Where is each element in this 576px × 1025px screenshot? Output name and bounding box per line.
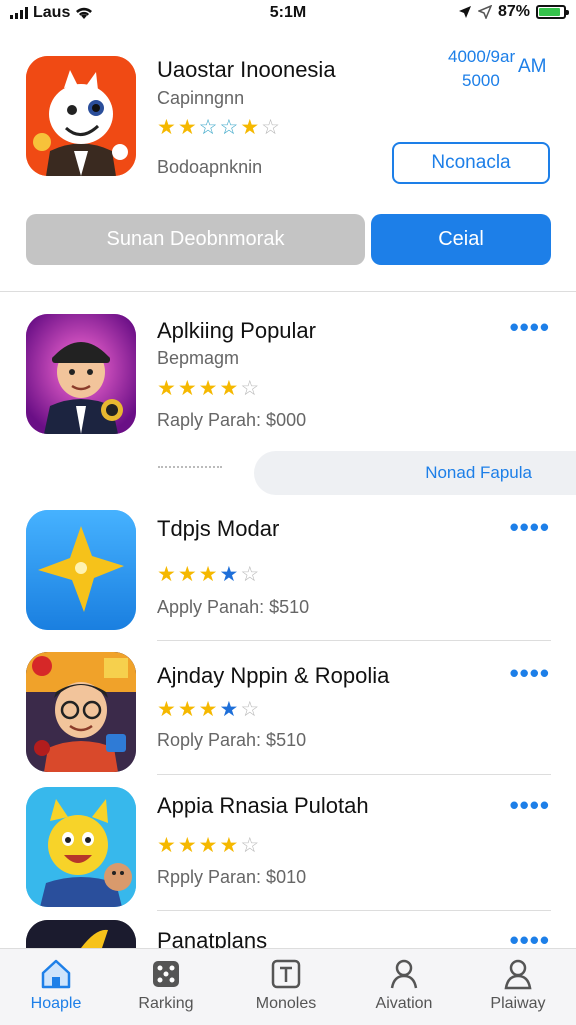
tab-label: Plaiway xyxy=(490,995,546,1012)
app-rating-3: ★ ★ ★ ★ ☆ xyxy=(157,699,259,721)
star-outline-icon: ☆ xyxy=(198,116,218,139)
tab-bar: Hoaple Rarking Monoles Aivation Plaiway xyxy=(0,948,576,1025)
location-outline-icon xyxy=(477,5,492,19)
person-icon xyxy=(390,959,418,989)
star-icon: ★ xyxy=(240,116,260,139)
app-subtitle-1: Bepmagm xyxy=(157,348,240,368)
tab-label: Hoaple xyxy=(30,995,82,1012)
tab-aivation[interactable]: Aivation xyxy=(354,957,454,1013)
star-icon: ★ xyxy=(177,116,197,139)
app-meta-4: Rpply Paran: $010 xyxy=(157,867,307,887)
star-icon: ★ xyxy=(177,834,197,857)
row-divider xyxy=(157,910,551,911)
featured-meta: Bodoapnknin xyxy=(157,157,263,177)
star-icon: ★ xyxy=(198,698,218,721)
app-icon-3[interactable] xyxy=(26,652,136,772)
app-title-3: Ajnday Nppin & Ropolia xyxy=(157,663,390,688)
more-options-icon[interactable]: •••• xyxy=(510,514,550,540)
star-icon: ★ xyxy=(157,116,176,139)
star-outline-icon: ☆ xyxy=(240,377,260,400)
star-burst-icon xyxy=(26,510,136,630)
dice-icon xyxy=(153,961,179,987)
star-icon: ★ xyxy=(157,834,176,857)
tab-label: Rarking xyxy=(138,995,194,1012)
star-outline-icon: ☆ xyxy=(240,563,260,586)
status-bar: Laus 5:1M 87% xyxy=(0,0,576,28)
featured-outline-button[interactable]: Nconacla xyxy=(392,142,550,184)
character-icon xyxy=(26,314,136,434)
app-meta-3: Roply Parah: $510 xyxy=(157,730,307,750)
row-divider xyxy=(157,774,551,775)
primary-button[interactable]: Ceial xyxy=(371,214,551,265)
star-icon: ★ xyxy=(219,834,239,857)
dotted-divider xyxy=(158,466,222,468)
app-meta-1: Raply Parah: $000 xyxy=(157,410,307,430)
app-title-1: Aplkiing Popular xyxy=(157,318,316,343)
star-icon: ★ xyxy=(157,563,176,586)
tab-modules[interactable]: Monoles xyxy=(236,957,336,1013)
price-line-1: 4000/9ar xyxy=(448,47,516,66)
app-icon-4[interactable] xyxy=(26,787,136,907)
tab-ranking[interactable]: Rarking xyxy=(116,957,216,1013)
app-rating-2: ★ ★ ★ ★ ☆ xyxy=(157,564,259,586)
featured-title: Uaostar Inoonesia xyxy=(157,57,336,82)
star-icon: ★ xyxy=(198,563,218,586)
star-outline-icon: ☆ xyxy=(219,116,239,139)
star-icon: ★ xyxy=(177,377,197,400)
star-icon: ★ xyxy=(177,563,197,586)
star-icon: ★ xyxy=(219,377,239,400)
star-outline-icon: ☆ xyxy=(240,834,260,857)
featured-subtitle: Capinngnn xyxy=(157,88,245,108)
character-icon xyxy=(26,652,136,772)
star-icon: ★ xyxy=(198,377,218,400)
tab-home[interactable]: Hoaple xyxy=(6,957,106,1013)
star-outline-icon: ☆ xyxy=(240,698,260,721)
tab-label: Aivation xyxy=(375,995,433,1012)
mascot-icon xyxy=(26,56,136,176)
more-options-icon[interactable]: •••• xyxy=(510,792,550,818)
featured-app-icon[interactable] xyxy=(26,56,136,176)
section-pill[interactable]: Nonad Fapula xyxy=(254,451,576,495)
secondary-button[interactable]: Sunan Deobnmorak xyxy=(26,214,365,265)
app-icon-2[interactable] xyxy=(26,510,136,630)
app-rating-4: ★ ★ ★ ★ ☆ xyxy=(157,835,259,857)
text-box-icon xyxy=(271,959,301,989)
location-icon xyxy=(458,6,471,18)
star-icon: ★ xyxy=(219,563,239,586)
app-meta-2: Apply Panah: $510 xyxy=(157,597,310,617)
more-options-icon[interactable]: •••• xyxy=(510,927,550,953)
section-divider xyxy=(0,291,576,292)
more-options-icon[interactable]: •••• xyxy=(510,314,550,340)
partial-app-icon xyxy=(26,920,136,948)
profile-icon xyxy=(504,959,532,990)
app-title-2: Tdpjs Modar xyxy=(157,516,280,541)
price-line-2: AM xyxy=(518,56,547,77)
tab-label: Monoles xyxy=(255,995,317,1012)
more-options-icon[interactable]: •••• xyxy=(510,660,550,686)
character-icon xyxy=(26,787,136,907)
home-icon xyxy=(41,959,71,989)
app-rating-1: ★ ★ ★ ★ ☆ xyxy=(157,378,259,400)
star-icon: ★ xyxy=(198,834,218,857)
star-outline-icon: ☆ xyxy=(261,116,280,139)
row-divider xyxy=(157,640,551,641)
battery-percent: 87% xyxy=(497,3,530,20)
star-icon: ★ xyxy=(157,377,176,400)
app-icon-1[interactable] xyxy=(26,314,136,434)
status-right: 87% xyxy=(458,3,569,21)
star-icon: ★ xyxy=(177,698,197,721)
tab-plaiway[interactable]: Plaiway xyxy=(468,957,568,1013)
price-line-3: 5000 xyxy=(462,71,500,90)
featured-rating: ★ ★ ☆ ☆ ★ ☆ xyxy=(157,117,280,139)
star-icon: ★ xyxy=(157,698,176,721)
star-icon: ★ xyxy=(219,698,239,721)
battery-icon xyxy=(536,5,569,19)
app-icon-5[interactable] xyxy=(26,920,136,948)
app-title-4: Appia Rnasia Pulotah xyxy=(157,793,369,818)
